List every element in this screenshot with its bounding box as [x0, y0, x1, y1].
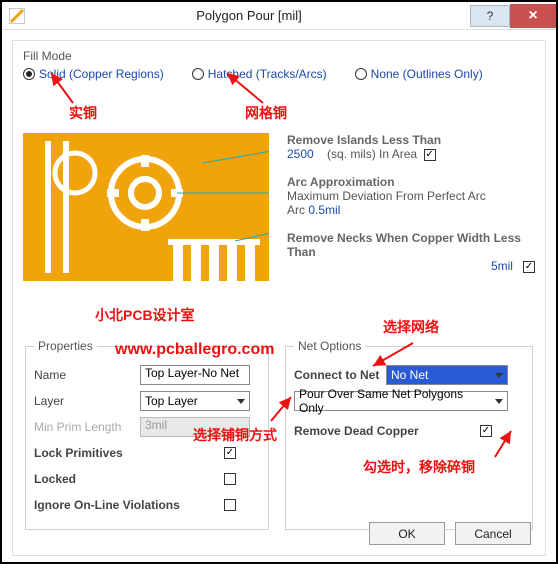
radio-hatched-label: Hatched (Tracks/Arcs) — [208, 67, 327, 81]
properties-legend: Properties — [34, 339, 97, 353]
polygon-preview — [23, 133, 269, 281]
layer-label: Layer — [34, 394, 140, 408]
name-label: Name — [34, 368, 140, 382]
name-input[interactable]: Top Layer-No Net — [140, 365, 250, 385]
necks-value[interactable]: 5mil — [491, 259, 513, 273]
ignore-label: Ignore On-Line Violations — [34, 498, 224, 512]
radio-hatched-dot — [192, 68, 204, 80]
app-icon — [6, 5, 28, 27]
layer-select[interactable]: Top Layer — [140, 391, 250, 411]
radio-none-dot — [355, 68, 367, 80]
arc-title: Arc Approximation — [287, 175, 535, 189]
radio-solid-label: Solid (Copper Regions) — [39, 67, 164, 81]
title-bar: Polygon Pour [mil] ? × — [2, 2, 556, 30]
lockprim-checkbox[interactable] — [224, 447, 236, 459]
connect-select[interactable]: No Net — [386, 365, 508, 385]
islands-unit: (sq. mils) In Area — [327, 147, 417, 161]
removedead-checkbox[interactable] — [480, 425, 492, 437]
necks-title: Remove Necks When Copper Width Less Than — [287, 231, 535, 259]
arc-sub: Maximum Deviation From Perfect Arc — [287, 189, 535, 203]
ok-button[interactable]: OK — [369, 522, 445, 545]
radio-none[interactable]: None (Outlines Only) — [355, 67, 483, 81]
close-button[interactable]: × — [510, 4, 556, 28]
necks-checkbox[interactable] — [523, 261, 535, 273]
minprim-label: Min Prim Length — [34, 420, 140, 434]
islands-checkbox[interactable] — [424, 149, 436, 161]
anno-selectnet: 选择网络 — [383, 317, 439, 337]
connect-label: Connect to Net — [294, 368, 386, 382]
options-right: Remove Islands Less Than 2500 (sq. mils)… — [287, 133, 535, 287]
window-title: Polygon Pour [mil] — [28, 8, 470, 23]
radio-none-label: None (Outlines Only) — [371, 67, 483, 81]
properties-group: Properties Name Top Layer-No Net Layer T… — [25, 339, 269, 530]
locked-checkbox[interactable] — [224, 473, 236, 485]
minprim-input: 3mil — [140, 417, 250, 437]
cancel-button[interactable]: Cancel — [455, 522, 531, 545]
fillmode-radio-row: Solid (Copper Regions) Hatched (Tracks/A… — [23, 67, 535, 81]
radio-solid-dot — [23, 68, 35, 80]
fillmode-label: Fill Mode — [23, 49, 535, 63]
anno-wm1: 小北PCB设计室 — [95, 305, 195, 325]
netoptions-legend: Net Options — [294, 339, 365, 353]
ignore-checkbox[interactable] — [224, 499, 236, 511]
islands-value[interactable]: 2500 — [287, 147, 314, 161]
pour-select[interactable]: Pour Over Same Net Polygons Only — [294, 391, 508, 411]
dialog-body: Fill Mode Solid (Copper Regions) Hatched… — [12, 40, 546, 556]
removedead-label: Remove Dead Copper — [294, 424, 480, 438]
radio-solid[interactable]: Solid (Copper Regions) — [23, 67, 164, 81]
help-button[interactable]: ? — [470, 5, 510, 27]
islands-title: Remove Islands Less Than — [287, 133, 535, 147]
anno-hatched: 网格铜 — [245, 103, 287, 123]
lockprim-label: Lock Primitives — [34, 446, 224, 460]
anno-solid: 实铜 — [69, 103, 97, 123]
locked-label: Locked — [34, 472, 224, 486]
netoptions-group: Net Options Connect to Net No Net Pour O… — [285, 339, 533, 530]
arc-value[interactable]: 0.5mil — [308, 203, 340, 217]
radio-hatched[interactable]: Hatched (Tracks/Arcs) — [192, 67, 327, 81]
